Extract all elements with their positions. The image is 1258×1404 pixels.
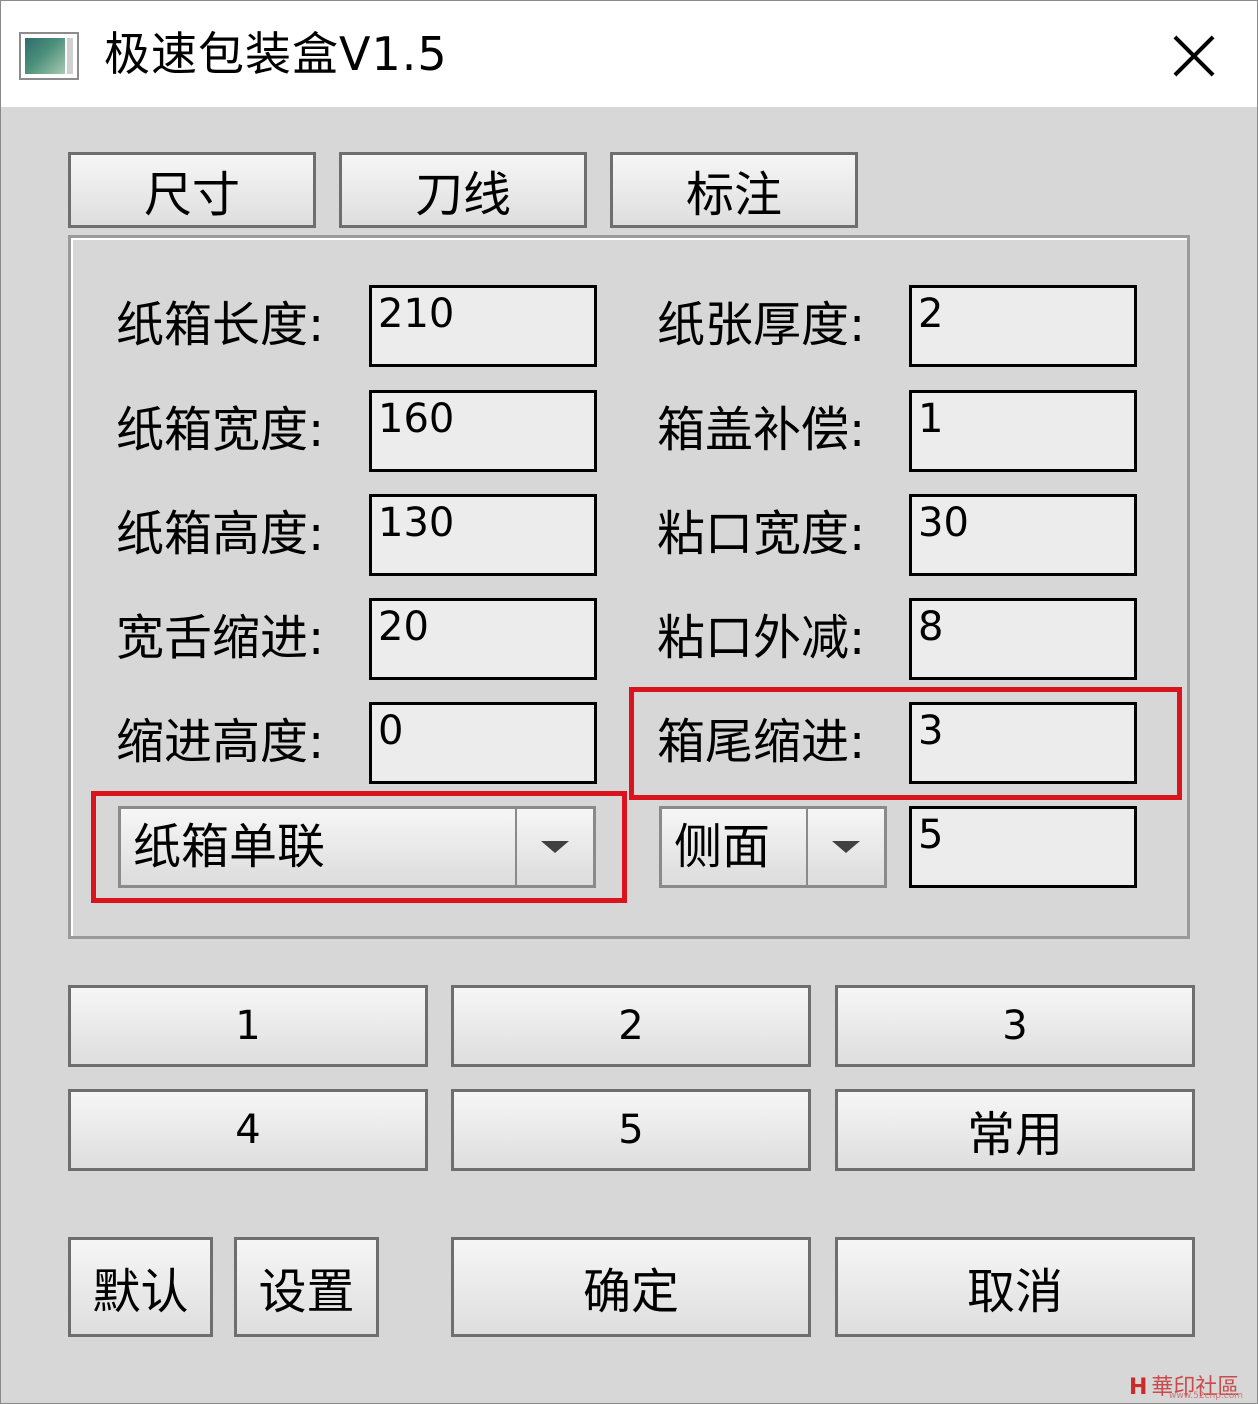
side-select[interactable]: 侧面 xyxy=(659,806,887,888)
input-tail-indent[interactable]: 3 xyxy=(909,702,1137,784)
app-icon xyxy=(19,32,79,80)
default-button[interactable]: 默认 xyxy=(68,1237,213,1337)
label-box-length: 纸箱长度: xyxy=(116,297,325,353)
label-tail-indent: 箱尾缩进: xyxy=(657,714,866,770)
close-icon[interactable] xyxy=(1161,27,1225,83)
input-box-height[interactable]: 130 xyxy=(369,494,597,576)
label-paper-thickness: 纸张厚度: xyxy=(657,297,866,353)
side-value: 侧面 xyxy=(674,819,771,875)
watermark-logo-icon: H xyxy=(1129,1375,1148,1400)
preset-button-4[interactable]: 4 xyxy=(68,1089,428,1171)
label-wide-tongue-indent: 宽舌缩进: xyxy=(116,610,325,666)
input-paper-thickness[interactable]: 2 xyxy=(909,285,1137,367)
watermark-url: www.52cnp.com xyxy=(1169,1391,1244,1401)
box-type-select[interactable]: 纸箱单联 xyxy=(118,806,596,888)
watermark: H 華印社區 www.52cnp.com xyxy=(1129,1369,1257,1403)
label-box-width: 纸箱宽度: xyxy=(116,402,325,458)
input-wide-tongue-indent[interactable]: 20 xyxy=(369,598,597,680)
label-lid-compensation: 箱盖补偿: xyxy=(657,402,866,458)
tab-cut-line[interactable]: 刀线 xyxy=(339,152,587,228)
box-type-value: 纸箱单联 xyxy=(133,819,326,875)
input-side-value[interactable]: 5 xyxy=(909,806,1137,888)
chevron-down-icon[interactable] xyxy=(515,809,593,885)
window-title: 极速包装盒V1.5 xyxy=(104,27,448,81)
ok-button[interactable]: 确定 xyxy=(451,1237,811,1337)
preset-button-5[interactable]: 5 xyxy=(451,1089,811,1171)
tab-annotation[interactable]: 标注 xyxy=(610,152,858,228)
dialog-window: 极速包装盒V1.5 尺寸 刀线 标注 纸箱长度: 210 纸箱宽度: 160 纸… xyxy=(0,0,1258,1404)
input-glue-flap-width[interactable]: 30 xyxy=(909,494,1137,576)
label-indent-height: 缩进高度: xyxy=(116,714,325,770)
preset-button-common[interactable]: 常用 xyxy=(835,1089,1195,1171)
label-box-height: 纸箱高度: xyxy=(116,506,325,562)
preset-button-1[interactable]: 1 xyxy=(68,985,428,1067)
input-glue-flap-reduce[interactable]: 8 xyxy=(909,598,1137,680)
preset-button-3[interactable]: 3 xyxy=(835,985,1195,1067)
cancel-button[interactable]: 取消 xyxy=(835,1237,1195,1337)
input-indent-height[interactable]: 0 xyxy=(369,702,597,784)
chevron-down-icon[interactable] xyxy=(806,809,884,885)
title-bar: 极速包装盒V1.5 xyxy=(1,1,1257,107)
label-glue-flap-width: 粘口宽度: xyxy=(657,506,866,562)
tab-size[interactable]: 尺寸 xyxy=(68,152,316,228)
preset-button-2[interactable]: 2 xyxy=(451,985,811,1067)
input-box-width[interactable]: 160 xyxy=(369,390,597,472)
label-glue-flap-reduce: 粘口外减: xyxy=(657,610,866,666)
input-lid-compensation[interactable]: 1 xyxy=(909,390,1137,472)
settings-button[interactable]: 设置 xyxy=(234,1237,379,1337)
input-box-length[interactable]: 210 xyxy=(369,285,597,367)
